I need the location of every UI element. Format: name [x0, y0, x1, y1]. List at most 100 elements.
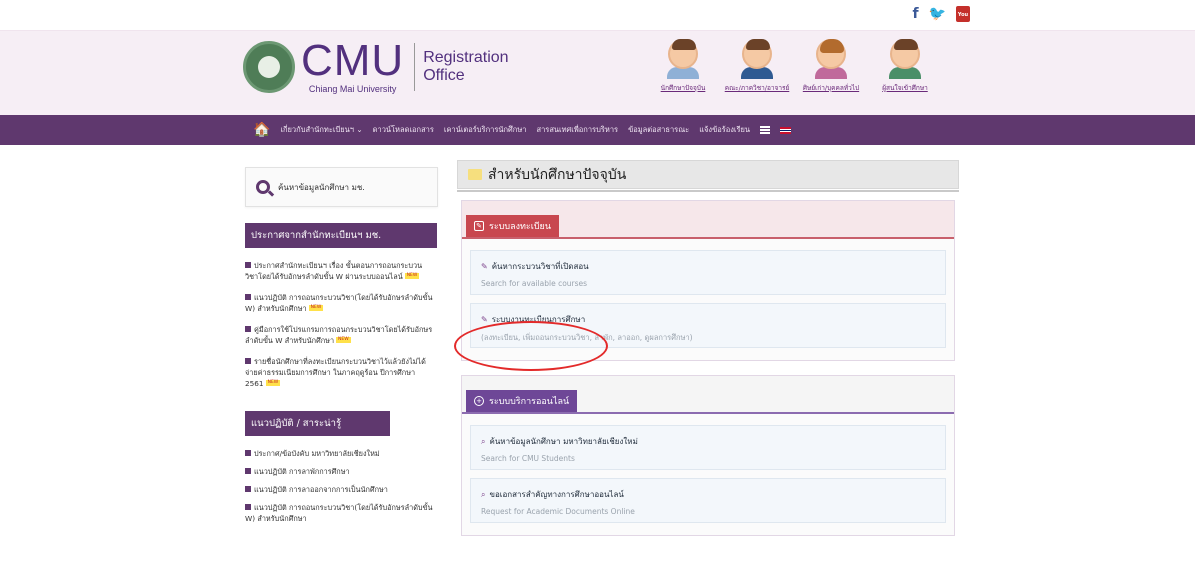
page-content: ค้นหาข้อมูลนักศึกษา มช. ประกาศจากสำนักทะ…	[0, 145, 1195, 580]
office-name-line1: Registration	[423, 48, 509, 66]
rule-item[interactable]: แนวปฏิบัติ การลาพักการศึกษา	[245, 466, 438, 477]
office-name: Registration Office	[423, 49, 508, 85]
youtube-icon[interactable]: You Tube	[956, 6, 970, 34]
twitter-icon[interactable]: 🐦	[929, 6, 946, 22]
registration-panel-body: ✎ ค้นหากระบวนวิชาที่เปิดสอน Search for av…	[462, 239, 954, 360]
page-title: สำหรับนักศึกษาปัจจุบัน	[457, 160, 959, 189]
card-subtitle: (ลงทะเบียน, เพิ่มถอนกระบวนวิชา, ลาพัก, ล…	[481, 333, 693, 342]
search-icon: ⌕	[481, 490, 486, 499]
language-th-icon[interactable]	[760, 126, 771, 134]
language-en-flag-icon[interactable]	[780, 126, 792, 134]
news-item[interactable]: รายชื่อนักศึกษาที่ลงทะเบียนกระบวนวิชาไว้…	[245, 356, 438, 389]
card-subtitle: Request for Academic Documents Online	[481, 507, 635, 516]
card-subtitle: Search for CMU Students	[481, 454, 575, 463]
bullet-icon	[245, 450, 251, 456]
nav-item-counter[interactable]: เคาน์เตอร์บริการนักศึกษา	[444, 124, 527, 136]
bullet-icon	[245, 468, 251, 474]
role-current-students[interactable]: นักศึกษาปัจจุบัน	[650, 39, 716, 93]
youtube-icon-text-top: You	[957, 12, 969, 18]
role-label: คณะ/ภาควิชา/อาจารย์	[724, 84, 790, 92]
bullet-icon	[245, 294, 251, 300]
search-icon	[256, 180, 270, 194]
role-label: ศิษย์เก่า/บุคคลทั่วไป	[802, 84, 860, 92]
online-services-header-label: ระบบบริการออนไลน์	[489, 397, 570, 407]
main-content: สำหรับนักศึกษาปัจจุบัน ✎ ระบบลงทะเบียน ✎…	[457, 160, 959, 536]
role-links: นักศึกษาปัจจุบัน คณะ/ภาควิชา/อาจารย์ ศิษ…	[650, 39, 938, 93]
sidebar: ค้นหาข้อมูลนักศึกษา มช. ประกาศจากสำนักทะ…	[245, 167, 438, 531]
folder-icon	[468, 169, 482, 180]
facebook-icon[interactable]: f	[912, 6, 918, 22]
logo-title: CMU	[301, 36, 405, 85]
news-item[interactable]: แนวปฏิบัติ การถอนกระบวนวิชา(โดยได้รับอัก…	[245, 292, 438, 314]
nav-item-public-data[interactable]: ข้อมูลต่อสาธารณะ	[628, 124, 689, 136]
academic-documents-card[interactable]: ⌕ ขอเอกสารสำคัญทางการศึกษาออนไลน์ Request…	[470, 478, 946, 523]
new-badge: NEW	[336, 337, 351, 343]
new-badge: NEW	[404, 273, 420, 279]
bullet-icon	[245, 262, 251, 268]
card-subtitle: Search for available courses	[481, 279, 588, 288]
nav-item-info[interactable]: สารสนเทศเพื่อการบริหาร	[537, 124, 619, 136]
role-prospective[interactable]: ผู้สนใจเข้าศึกษา	[872, 39, 938, 93]
card-title: ค้นหากระบวนวิชาที่เปิดสอน	[491, 262, 589, 271]
role-alumni[interactable]: ศิษย์เก่า/บุคคลทั่วไป	[798, 39, 864, 93]
role-label: ผู้สนใจเข้าศึกษา	[882, 84, 928, 92]
site-header: CMU Chiang Mai University Registration O…	[0, 30, 1195, 115]
faculty-avatar-icon	[742, 39, 772, 69]
registration-system-card[interactable]: ✎ ระบบงานทะเบียนการศึกษา (ลงทะเบียน, เพิ่…	[470, 303, 946, 348]
alumni-avatar-icon	[816, 39, 846, 69]
role-label: นักศึกษาปัจจุบัน	[660, 84, 706, 92]
registration-panel-header: ✎ ระบบลงทะเบียน	[462, 201, 954, 239]
news-item[interactable]: คู่มือการใช้โปรแกรมการถอนกระบวนวิชาโดยได…	[245, 324, 438, 346]
online-services-header-badge: + ระบบบริการออนไลน์	[466, 390, 578, 412]
edit-icon: ✎	[474, 221, 484, 231]
edit-icon: ✎	[481, 315, 488, 324]
news-text: แนวปฏิบัติ การถอนกระบวนวิชา(โดยได้รับอัก…	[245, 293, 433, 313]
course-search-card[interactable]: ✎ ค้นหากระบวนวิชาที่เปิดสอน Search for av…	[470, 250, 946, 295]
logo-divider	[414, 42, 416, 91]
nav-item-complaints[interactable]: แจ้งข้อร้องเรียน	[699, 124, 750, 136]
logo-subtitle: Chiang Mai University	[308, 84, 397, 94]
office-name-line2: Office	[423, 66, 465, 84]
rules-section-title: แนวปฏิบัติ / สาระน่ารู้	[245, 411, 390, 436]
rule-text: ประกาศ/ข้อบังคับ มหาวิทยาลัยเชียงใหม่	[254, 449, 380, 458]
main-navigation: 🏠 เกี่ยวกับสำนักทะเบียนฯ ⌄ ดาวน์โหลดเอกส…	[0, 115, 1195, 145]
search-icon: ⌕	[481, 437, 486, 446]
registration-header-badge: ✎ ระบบลงทะเบียน	[466, 215, 559, 237]
page-title-text: สำหรับนักศึกษาปัจจุบัน	[488, 166, 627, 183]
rule-item[interactable]: ประกาศ/ข้อบังคับ มหาวิทยาลัยเชียงใหม่	[245, 448, 438, 459]
new-badge: NEW	[265, 380, 281, 386]
rule-text: แนวปฏิบัติ การถอนกระบวนวิชา(โดยได้รับอัก…	[245, 503, 433, 523]
card-title: ระบบงานทะเบียนการศึกษา	[491, 315, 586, 324]
rules-list: ประกาศ/ข้อบังคับ มหาวิทยาลัยเชียงใหม่ แน…	[245, 448, 438, 524]
nav-item-downloads[interactable]: ดาวน์โหลดเอกสาร	[373, 124, 434, 136]
edit-icon: ✎	[481, 262, 488, 271]
title-divider	[457, 190, 959, 192]
registration-panel: ✎ ระบบลงทะเบียน ✎ ค้นหากระบวนวิชาที่เปิดส…	[461, 200, 955, 361]
news-item[interactable]: ประกาศสำนักทะเบียนฯ เรื่อง ขั้นตอนการถอน…	[245, 260, 438, 282]
rule-text: แนวปฏิบัติ การลาพักการศึกษา	[254, 467, 350, 476]
university-seal-icon	[243, 40, 295, 93]
rule-item[interactable]: แนวปฏิบัติ การลาออกจากการเป็นนักศึกษา	[245, 484, 438, 495]
news-section-title: ประกาศจากสำนักทะเบียนฯ มช.	[245, 223, 437, 248]
social-links: f 🐦 You Tube	[912, 6, 970, 34]
rule-item[interactable]: แนวปฏิบัติ การถอนกระบวนวิชา(โดยได้รับอัก…	[245, 502, 438, 524]
role-faculty[interactable]: คณะ/ภาควิชา/อาจารย์	[724, 39, 790, 93]
cmu-student-search-card[interactable]: ⌕ ค้นหาข้อมูลนักศึกษา มหาวิทยาลัยเชียงใหม…	[470, 425, 946, 470]
home-icon[interactable]: 🏠	[253, 122, 270, 138]
site-logo[interactable]: CMU Chiang Mai University Registration O…	[243, 39, 509, 94]
news-list: ประกาศสำนักทะเบียนฯ เรื่อง ขั้นตอนการถอน…	[245, 260, 438, 389]
news-text: ประกาศสำนักทะเบียนฯ เรื่อง ขั้นตอนการถอน…	[245, 261, 423, 281]
zoom-icon: +	[474, 396, 484, 406]
bullet-icon	[245, 326, 251, 332]
online-services-panel-body: ⌕ ค้นหาข้อมูลนักศึกษา มหาวิทยาลัยเชียงใหม…	[462, 414, 954, 535]
new-badge: NEW	[308, 305, 324, 311]
bullet-icon	[245, 486, 251, 492]
online-services-panel: + ระบบบริการออนไลน์ ⌕ ค้นหาข้อมูลนักศึกษา…	[461, 375, 955, 536]
registration-header-label: ระบบลงทะเบียน	[489, 222, 551, 232]
prospective-avatar-icon	[890, 39, 920, 69]
rule-text: แนวปฏิบัติ การลาออกจากการเป็นนักศึกษา	[254, 485, 388, 494]
student-search-link[interactable]: ค้นหาข้อมูลนักศึกษา มช.	[245, 167, 438, 207]
card-title: ค้นหาข้อมูลนักศึกษา มหาวิทยาลัยเชียงใหม่	[489, 437, 638, 446]
bullet-icon	[245, 504, 251, 510]
nav-item-about[interactable]: เกี่ยวกับสำนักทะเบียนฯ ⌄	[280, 124, 362, 136]
